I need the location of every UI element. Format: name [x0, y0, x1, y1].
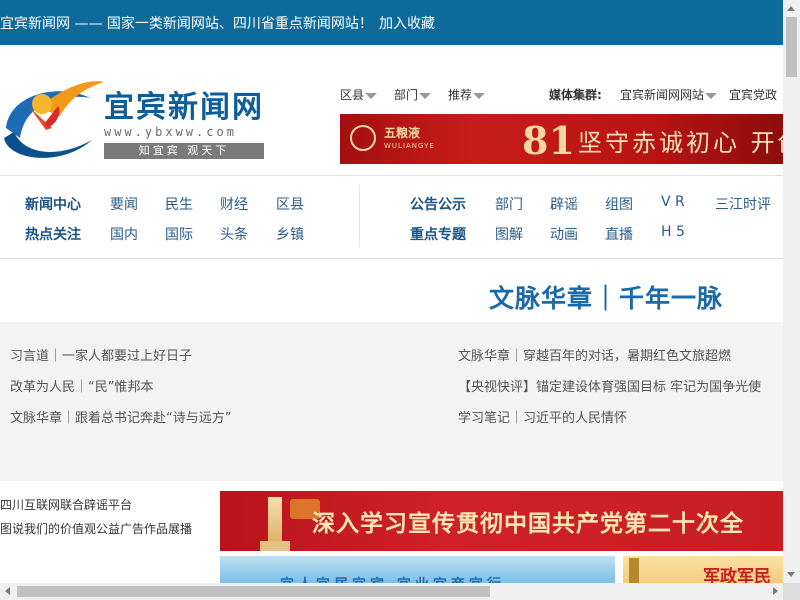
party-congress-banner-text: 深入学习宣传贯彻中国共产党第二十次全: [312, 511, 744, 537]
ybxww-swoosh-logo-icon: [4, 81, 104, 158]
media-select-party[interactable]: 宜宾党政: [729, 86, 777, 103]
chevron-down-icon: [365, 92, 378, 99]
nav-top-stories[interactable]: 头条: [220, 224, 248, 244]
values-ad-link[interactable]: 图说我们的价值观公益广告作品展播: [0, 520, 192, 537]
media-select-site[interactable]: 宜宾新闻网网站: [620, 86, 718, 103]
nav-live[interactable]: 直播: [605, 224, 633, 244]
menu-recommend-label: 推荐: [448, 88, 473, 102]
menu-departments[interactable]: 部门: [394, 86, 432, 103]
nav-infographics[interactable]: 图解: [495, 224, 523, 244]
nav-rumor-debunk[interactable]: 辟谣: [550, 194, 578, 214]
nav-animation[interactable]: 动画: [550, 224, 578, 244]
nav-headlines[interactable]: 要闻: [110, 194, 138, 214]
site-slogan: 宜宾新闻网 —— 国家一类新闻网站、四川省重点新闻网站！: [0, 16, 373, 32]
military-civil-banner[interactable]: 军政军民: [623, 556, 783, 583]
news-item[interactable]: 文脉华章｜跟着总书记奔赴“诗与远方”: [10, 407, 231, 426]
brand-name-cn: 五粮液: [384, 126, 421, 140]
party-congress-banner[interactable]: 深入学习宣传贯彻中国共产党第二十次全: [220, 491, 783, 551]
media-select-site-label: 宜宾新闻网网站: [620, 88, 705, 102]
menu-recommend[interactable]: 推荐: [448, 86, 486, 103]
divider: [359, 185, 360, 247]
wuliangye-ad-banner[interactable]: 五粮液 WULIANGYE 81 坚守赤诚初心 开创: [340, 114, 783, 164]
nav-towns[interactable]: 乡镇: [276, 224, 304, 244]
nav-announcements[interactable]: 公告公示: [410, 194, 466, 214]
news-list: 习言道｜一家人都要过上好日子 改革为人民｜“民”惟邦本 文脉华章｜跟着总书记奔赴…: [0, 322, 783, 481]
divider: [0, 175, 783, 176]
menu-districts-label: 区县: [340, 88, 365, 102]
horizontal-scrollbar[interactable]: [0, 583, 783, 600]
news-item[interactable]: 文脉华章｜穿越百年的对话，暑期红色文旅超燃: [458, 345, 731, 364]
site-motto: 知宜宾 观天下: [104, 143, 264, 159]
site-logo[interactable]: 宜宾新闻网 www.ybxww.com 知宜宾 观天下: [0, 68, 270, 164]
news-item[interactable]: 学习笔记｜习近平的人民情怀: [458, 407, 627, 426]
nav-special-topics[interactable]: 重点专题: [410, 224, 466, 244]
top-bar: 宜宾新闻网 —— 国家一类新闻网站、四川省重点新闻网站！ 加入收藏: [0, 0, 783, 45]
nav-districts[interactable]: 区县: [276, 194, 304, 214]
nav-departments[interactable]: 部门: [495, 194, 523, 214]
military-civil-text: 军政军民: [703, 567, 771, 583]
scroll-left-arrow-icon[interactable]: [5, 587, 10, 595]
nav-h5[interactable]: H 5: [661, 224, 685, 240]
news-item[interactable]: 改革为人民｜“民”惟邦本: [10, 376, 153, 395]
chevron-down-icon: [705, 92, 718, 99]
yibin-promo-text: 宜人宜居宜宾 宜业宜商宜行: [280, 574, 505, 583]
media-select-party-label: 宜宾党政: [729, 88, 778, 102]
scroll-down-arrow-icon[interactable]: [787, 572, 795, 577]
menu-districts[interactable]: 区县: [340, 86, 378, 103]
add-favorite-link[interactable]: 加入收藏: [379, 13, 435, 33]
anniversary-number: 81: [522, 118, 575, 163]
chevron-down-icon: [419, 92, 432, 99]
site-domain: www.ybxww.com: [104, 125, 237, 139]
nav-photo-sets[interactable]: 组图: [605, 194, 633, 214]
menu-departments-label: 部门: [394, 88, 419, 102]
monument-icon: [629, 558, 639, 583]
nav-finance[interactable]: 财经: [220, 194, 248, 214]
nav-livelihood[interactable]: 民生: [165, 194, 193, 214]
monument-icon: [260, 497, 290, 551]
nav-international[interactable]: 国际: [165, 224, 193, 244]
vertical-scrollbar[interactable]: [783, 0, 800, 583]
media-cluster-label: 媒体集群:: [549, 88, 602, 102]
nav-hot-topics[interactable]: 热点关注: [25, 224, 81, 244]
rumor-platform-link[interactable]: 四川互联网联合辟谣平台: [0, 496, 132, 513]
feature-headline[interactable]: 文脉华章｜千年一脉: [489, 279, 723, 315]
nav-news-center[interactable]: 新闻中心: [25, 194, 81, 214]
divider: [0, 258, 783, 259]
nav-vr[interactable]: V R: [661, 194, 685, 210]
brand-name-en: WULIANGYE: [384, 142, 435, 150]
page-viewport: 宜宾新闻网 —— 国家一类新闻网站、四川省重点新闻网站！ 加入收藏 宜宾新闻网 …: [0, 0, 783, 583]
site-name: 宜宾新闻网: [104, 90, 264, 125]
horizontal-scroll-thumb[interactable]: [17, 586, 490, 597]
wuliangye-logo-icon: [350, 125, 376, 151]
scroll-right-arrow-icon[interactable]: [773, 587, 778, 595]
news-item[interactable]: 【央视快评】锚定建设体育强国目标 牢记为国争光使: [458, 376, 761, 395]
nav-domestic[interactable]: 国内: [110, 224, 138, 244]
news-item[interactable]: 习言道｜一家人都要过上好日子: [10, 345, 192, 364]
vertical-scroll-thumb[interactable]: [786, 17, 797, 77]
chevron-down-icon: [473, 92, 486, 99]
wuliangye-brand: 五粮液 WULIANGYE: [350, 122, 435, 156]
yibin-promo-banner[interactable]: 宜人宜居宜宾 宜业宜商宜行: [220, 556, 615, 583]
scrollbar-corner: [783, 583, 800, 600]
banner-slogan: 坚守赤诚初心 开创: [578, 129, 783, 157]
nav-sanjiang-commentary[interactable]: 三江时评: [715, 194, 771, 214]
scroll-up-arrow-icon[interactable]: [787, 6, 795, 11]
